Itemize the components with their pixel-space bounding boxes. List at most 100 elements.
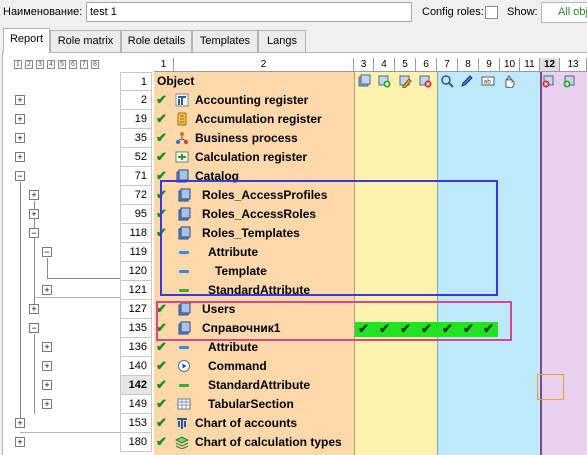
table-row[interactable]: + 153 ✔ Chart of accounts: [0, 414, 587, 433]
table-row[interactable]: + 19 ✔ Accumulation register: [0, 110, 587, 129]
column-header[interactable]: 1: [154, 58, 174, 72]
expand-toggle[interactable]: +: [15, 95, 25, 105]
expand-toggle[interactable]: +: [42, 342, 52, 352]
role-report-window: Наименование: Config roles: Show: All ob…: [0, 0, 587, 455]
object-name: Chart of calculation types: [195, 435, 342, 449]
object-name: Calculation register: [195, 150, 308, 164]
svg-text:ab: ab: [484, 79, 492, 86]
expand-toggle[interactable]: +: [42, 361, 52, 371]
column-header[interactable]: 8: [458, 58, 479, 72]
expand-toggle[interactable]: +: [15, 152, 25, 162]
table-row[interactable]: + 180 ✔ Chart of calculation types: [0, 433, 587, 452]
level-button-6[interactable]: 6: [69, 60, 77, 69]
column-header[interactable]: 13: [560, 58, 587, 72]
accumulation-register-icon: [177, 112, 187, 126]
expand-toggle[interactable]: +: [42, 399, 52, 409]
highlight-frame-pink: [156, 301, 512, 341]
selected-cell-frame[interactable]: [537, 374, 564, 400]
column-header[interactable]: 9: [479, 58, 500, 72]
row-number: 118: [120, 224, 152, 243]
expand-toggle[interactable]: +: [42, 380, 52, 390]
row-number: 72: [120, 186, 152, 205]
column-header[interactable]: 11: [520, 58, 540, 72]
checkmark-icon: ✔: [156, 92, 167, 107]
row-number: 119: [120, 243, 152, 262]
level-button-8[interactable]: 8: [91, 60, 99, 69]
expand-toggle[interactable]: +: [15, 133, 25, 143]
table-row[interactable]: + 52 ✔ Calculation register: [0, 148, 587, 167]
edit-right-icon: [461, 75, 473, 87]
checkmark-icon: ✔: [156, 415, 167, 430]
tab-report[interactable]: Report: [3, 28, 50, 53]
checkmark-icon: ✔: [156, 358, 167, 373]
calculation-register-icon: [175, 151, 189, 163]
column-header[interactable]: 2: [174, 58, 354, 72]
level-button-5[interactable]: 5: [58, 60, 66, 69]
column-header[interactable]: 10: [500, 58, 520, 72]
checkmark-icon: ✔: [156, 377, 167, 392]
column-header[interactable]: 6: [416, 58, 437, 72]
checkmark-icon: ✔: [156, 111, 167, 126]
checkmark-icon: ✔: [156, 434, 167, 449]
accounting-register-icon: [175, 93, 189, 107]
command-icon: [178, 360, 190, 372]
row-number: 142: [120, 376, 152, 395]
object-name: Accumulation register: [195, 112, 322, 126]
collapse-toggle[interactable]: −: [15, 171, 25, 181]
report-grid: 1 2 3 4 5 6 7 8 1 2 3 4 5 6 7 8 9 10 11 …: [0, 0, 587, 455]
row-number: 121: [120, 281, 152, 300]
expand-toggle[interactable]: +: [15, 114, 25, 124]
column-header-row: 1 2 3 4 5 6 7 8 9 10 11 12 13: [154, 58, 587, 72]
level-button-7[interactable]: 7: [80, 60, 88, 69]
expand-toggle[interactable]: +: [15, 418, 25, 428]
row-number: 153: [120, 414, 152, 433]
row-number: 95: [120, 205, 152, 224]
expand-toggle[interactable]: +: [42, 285, 52, 295]
insert-right-icon: [378, 75, 391, 88]
highlight-frame-blue: [160, 180, 498, 296]
row-number: 35: [120, 129, 152, 148]
column-header[interactable]: 3: [354, 58, 374, 72]
row-number: 2: [120, 91, 152, 110]
read-right-icon: [358, 74, 371, 87]
table-row[interactable]: + 149 ✔ TabularSection: [0, 395, 587, 414]
level-button-1[interactable]: 1: [14, 60, 22, 69]
object-name: TabularSection: [208, 397, 294, 411]
row-number: 135: [120, 319, 152, 338]
expand-toggle[interactable]: +: [29, 190, 39, 200]
expand-toggle[interactable]: +: [15, 437, 25, 447]
expand-toggle[interactable]: +: [29, 209, 39, 219]
expand-toggle[interactable]: +: [29, 304, 39, 314]
row-number: 120: [120, 262, 152, 281]
column-header-selected[interactable]: 12: [540, 58, 560, 72]
attribute-icon: [179, 346, 189, 349]
column-header[interactable]: 5: [395, 58, 416, 72]
object-header-label: Object: [157, 74, 195, 88]
table-row[interactable]: + 140 ✔ Command: [0, 357, 587, 376]
insert-marked-icon: [563, 75, 575, 88]
row-number: 180: [120, 433, 152, 452]
column-header[interactable]: 4: [374, 58, 395, 72]
row-number: 149: [120, 395, 152, 414]
table-row[interactable]: + 2 ✔ Accounting register: [0, 91, 587, 110]
input-by-string-icon: ab: [481, 76, 495, 86]
level-button-2[interactable]: 2: [25, 60, 33, 69]
object-name: Attribute: [208, 340, 258, 354]
collapse-toggle[interactable]: −: [42, 247, 52, 257]
level-button-3[interactable]: 3: [36, 60, 44, 69]
object-name: Accounting register: [195, 93, 309, 107]
collapse-toggle[interactable]: −: [29, 323, 39, 333]
object-name: Command: [208, 359, 267, 373]
view-right-icon: [441, 75, 454, 88]
table-row[interactable]: + 35 ✔ Business process: [0, 129, 587, 148]
checkmark-icon: ✔: [156, 339, 167, 354]
table-row[interactable]: + 142 ✔ StandardAttribute: [0, 376, 587, 395]
row-number: 52: [120, 148, 152, 167]
delete-right-icon: [419, 75, 432, 88]
column-header[interactable]: 7: [437, 58, 458, 72]
row-number: 1: [120, 72, 152, 91]
level-button-4[interactable]: 4: [47, 60, 55, 69]
row-number: 140: [120, 357, 152, 376]
interactive-delete-icon: [505, 75, 515, 88]
collapse-toggle[interactable]: −: [29, 228, 39, 238]
